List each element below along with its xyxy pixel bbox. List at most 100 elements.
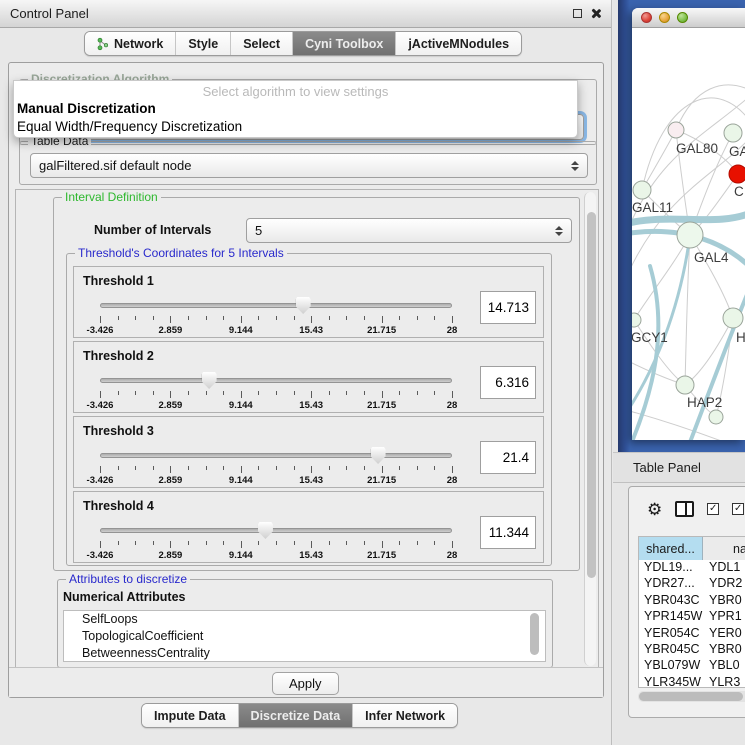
- checkbox-icon[interactable]: ✓: [732, 503, 744, 515]
- network-node-gal4[interactable]: [677, 222, 703, 248]
- network-node-partial-node[interactable]: [709, 410, 723, 424]
- cell-shared-name: YER054C: [639, 626, 703, 642]
- cell-shared-name: YBL079W: [639, 658, 703, 674]
- network-node-gcy1[interactable]: [632, 313, 641, 327]
- cell-name: YBR0: [703, 642, 745, 658]
- table-row[interactable]: YLR345WYLR3: [639, 675, 745, 688]
- tab-impute-data[interactable]: Impute Data: [142, 704, 238, 727]
- network-node-gal11[interactable]: [633, 181, 651, 199]
- close-icon[interactable]: [590, 8, 601, 19]
- table-horizontal-scrollbar[interactable]: [638, 691, 745, 702]
- interval-definition-group: Interval Definition Number of Intervals …: [53, 197, 580, 571]
- tick-label: 2.859: [147, 325, 193, 336]
- minimize-traffic-light-icon[interactable]: [659, 12, 670, 23]
- node-table: shared... na YDL19...YDL1YDR27...YDR2YBR…: [638, 536, 745, 688]
- network-canvas[interactable]: GAL80GACGAL11GAL4GCY1HHAP2: [632, 28, 745, 440]
- close-traffic-light-icon[interactable]: [641, 12, 652, 23]
- algorithm-option-manual-discretization[interactable]: Manual Discretization: [17, 101, 156, 116]
- number-of-intervals-label: Number of Intervals: [94, 223, 211, 237]
- network-node-red-node[interactable]: [729, 165, 745, 183]
- tab-cyni-toolbox[interactable]: Cyni Toolbox: [292, 32, 395, 55]
- tick-label: 15.43: [288, 475, 334, 486]
- slider-thumb[interactable]: [371, 447, 386, 464]
- network-icon: [97, 37, 109, 51]
- tab-style[interactable]: Style: [175, 32, 230, 55]
- attributes-list-scrollbar[interactable]: [530, 611, 539, 661]
- tick-label: 9.144: [218, 475, 264, 486]
- tab-label: Style: [188, 37, 218, 51]
- tick-label: 21.715: [359, 475, 405, 486]
- tab-label: Cyni Toolbox: [305, 37, 383, 51]
- slider-track: [100, 453, 452, 458]
- column-header-shared-name[interactable]: shared...: [639, 537, 703, 560]
- threshold-slider[interactable]: -3.4262.8599.14415.4321.71528: [100, 447, 452, 485]
- float-window-icon[interactable]: [573, 9, 582, 18]
- algorithm-dropdown-popup: Select algorithm to view settings Manual…: [13, 80, 578, 138]
- tab-infer-network[interactable]: Infer Network: [352, 704, 457, 727]
- slider-thumb[interactable]: [296, 297, 311, 314]
- tick-label: 28: [429, 550, 475, 561]
- thresholds-title: Threshold's Coordinates for 5 Intervals: [75, 246, 287, 260]
- attribute-item-betweennesscentrality[interactable]: BetweennessCentrality: [64, 645, 545, 662]
- gear-icon[interactable]: ⚙: [647, 501, 662, 518]
- tab-select[interactable]: Select: [230, 32, 292, 55]
- table-row[interactable]: YDL19...YDL1: [639, 560, 745, 576]
- threshold-value-field[interactable]: 6.316: [480, 366, 536, 399]
- threshold-value-field[interactable]: 11.344: [480, 516, 536, 549]
- table-row[interactable]: YER054CYER0: [639, 626, 745, 642]
- network-node-hap2[interactable]: [676, 376, 694, 394]
- threshold-label: Threshold 3: [83, 424, 154, 438]
- threshold-value-field[interactable]: 14.713: [480, 291, 536, 324]
- tab-network[interactable]: Network: [85, 32, 175, 55]
- algorithm-option-equal-width-frequency-discretization[interactable]: Equal Width/Frequency Discretization: [17, 119, 242, 134]
- attribute-item-topologicalcoefficient[interactable]: TopologicalCoefficient: [64, 628, 545, 645]
- tick-label: -3.426: [77, 325, 123, 336]
- slider-ticks: [100, 466, 452, 474]
- slider-ticks: [100, 316, 452, 324]
- table-row[interactable]: YDR27...YDR2: [639, 576, 745, 592]
- threshold-panel-2: Threshold 2-3.4262.8599.14415.4321.71528…: [73, 341, 544, 413]
- number-of-intervals-combobox[interactable]: 5: [246, 218, 572, 243]
- table-row[interactable]: YBL079WYBL0: [639, 658, 745, 674]
- table-row[interactable]: YBR043CYBR0: [639, 593, 745, 609]
- node-label-h: H: [736, 330, 745, 345]
- control-panel-title: Control Panel: [10, 6, 89, 21]
- cell-name: YBR0: [703, 593, 745, 609]
- slider-thumb[interactable]: [202, 372, 217, 389]
- tick-label: 15.43: [288, 400, 334, 411]
- numerical-attributes-list[interactable]: SelfLoopsTopologicalCoefficientBetweenne…: [63, 610, 546, 662]
- network-node-h[interactable]: [723, 308, 743, 328]
- network-view-window[interactable]: GAL80GACGAL11GAL4GCY1HHAP2: [632, 8, 745, 440]
- threshold-value-field[interactable]: 21.4: [480, 441, 536, 474]
- split-columns-icon[interactable]: [675, 501, 694, 517]
- table-data-combobox[interactable]: galFiltered.sif default node: [30, 153, 588, 178]
- column-header-name[interactable]: na: [703, 537, 745, 560]
- apply-button[interactable]: Apply: [272, 672, 339, 695]
- checkbox-icon[interactable]: ✓: [707, 503, 719, 515]
- settings-vertical-scrollbar[interactable]: [584, 192, 596, 666]
- tab-label: Infer Network: [365, 709, 445, 723]
- network-node-gal80[interactable]: [668, 122, 684, 138]
- network-node-ga[interactable]: [724, 124, 742, 142]
- zoom-traffic-light-icon[interactable]: [677, 12, 688, 23]
- threshold-label: Threshold 1: [83, 274, 154, 288]
- tick-label: 15.43: [288, 325, 334, 336]
- slider-tick-labels: -3.4262.8599.14415.4321.71528: [100, 550, 452, 561]
- top-tab-bar: Network Style Select Cyni Toolbox jActiveMNo…: [84, 31, 522, 56]
- attributes-title: Attributes to discretize: [66, 572, 190, 586]
- cell-shared-name: YDR27...: [639, 576, 703, 592]
- threshold-slider[interactable]: -3.4262.8599.14415.4321.71528: [100, 297, 452, 335]
- table-row[interactable]: YPR145WYPR1: [639, 609, 745, 625]
- slider-thumb[interactable]: [258, 522, 273, 539]
- attribute-item-selfloops[interactable]: SelfLoops: [64, 611, 545, 628]
- threshold-slider[interactable]: -3.4262.8599.14415.4321.71528: [100, 522, 452, 560]
- tab-discretize-data[interactable]: Discretize Data: [238, 704, 353, 727]
- threshold-slider[interactable]: -3.4262.8599.14415.4321.71528: [100, 372, 452, 410]
- tab-jactivemnodules[interactable]: jActiveMNodules: [395, 32, 521, 55]
- algorithm-placeholder: Select algorithm to view settings: [14, 84, 577, 99]
- tick-label: 21.715: [359, 550, 405, 561]
- cyni-toolbox-panel: Discretization Algorithm Table Data galF…: [8, 62, 604, 698]
- table-row[interactable]: YBR045CYBR0: [639, 642, 745, 658]
- combo-arrows-icon: [571, 161, 579, 171]
- tick-label: 9.144: [218, 400, 264, 411]
